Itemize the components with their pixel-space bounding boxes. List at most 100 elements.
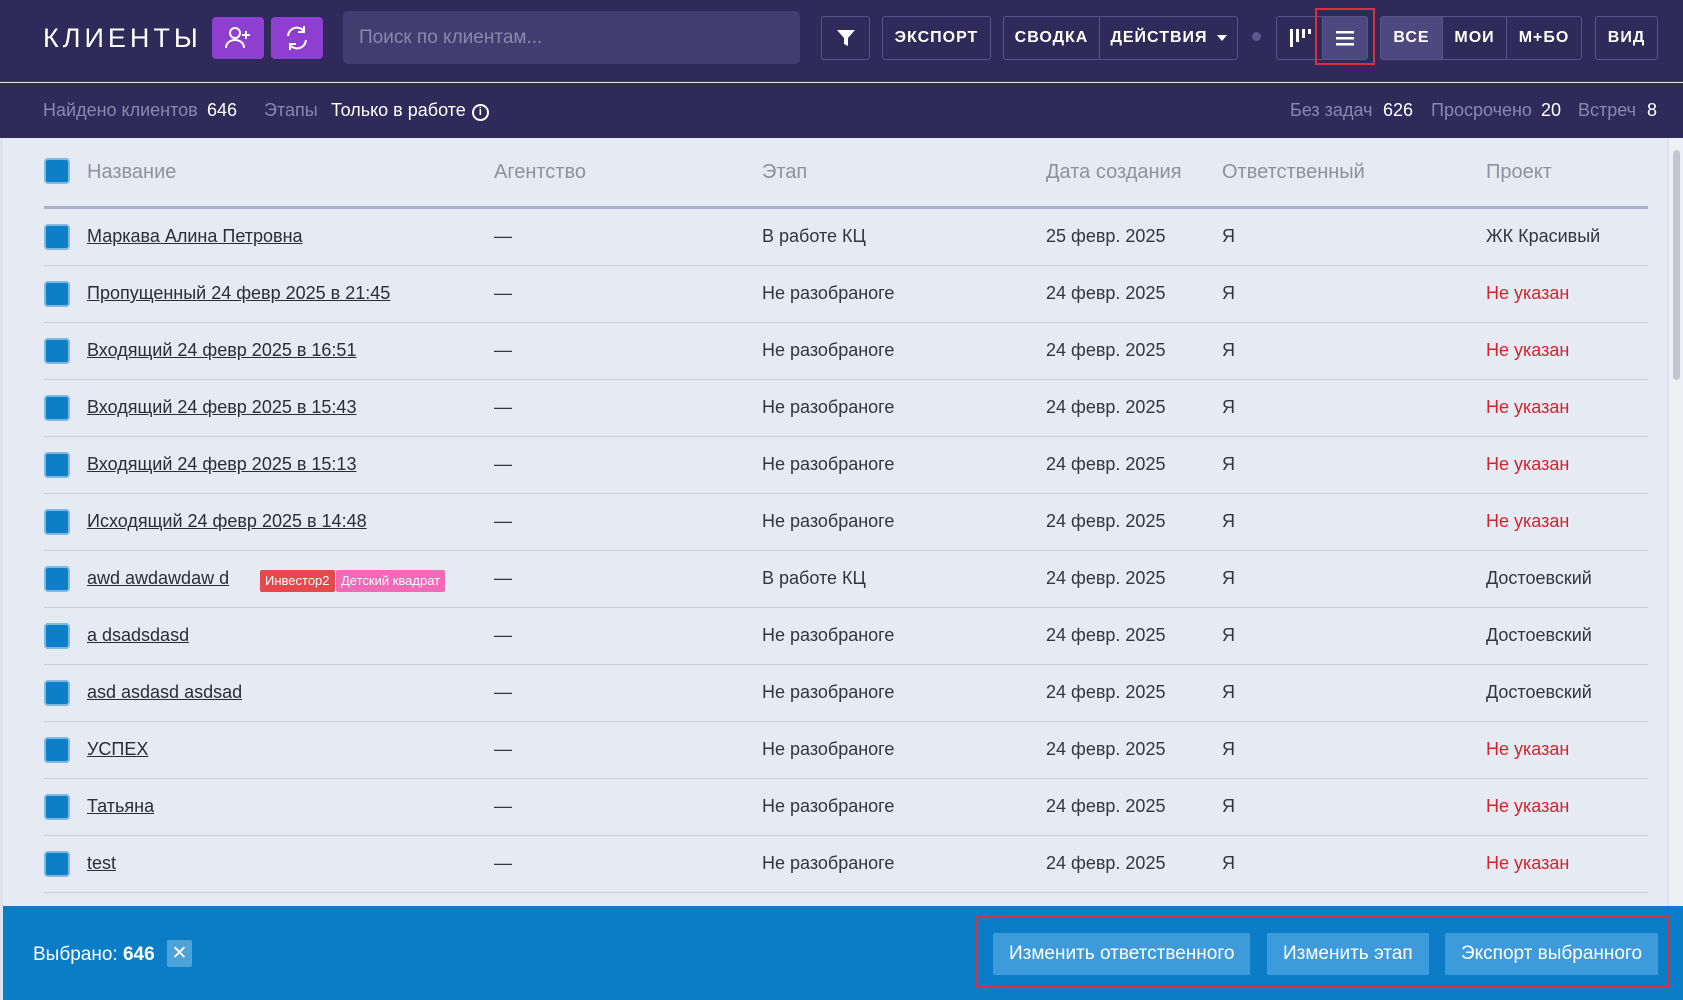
client-name-link[interactable]: awd awdawdaw d bbox=[87, 568, 229, 589]
client-name-link[interactable]: Исходящий 24 февр 2025 в 14:48 bbox=[87, 511, 367, 532]
project-cell: Не указан bbox=[1486, 739, 1570, 759]
client-name-link[interactable]: Пропущенный 24 февр 2025 в 21:45 bbox=[87, 283, 390, 304]
summary-bar: Найдено клиентов 646 Этапы Только в рабо… bbox=[0, 83, 1683, 138]
table-row[interactable]: Татьяна — Не разобраноге 24 февр. 2025 Я Не у… bbox=[44, 779, 1648, 836]
client-name-link[interactable]: Входящий 24 февр 2025 в 15:43 bbox=[87, 397, 356, 418]
table-row[interactable]: Входящий 24 февр 2025 в 15:43 — Не разобра… bbox=[44, 380, 1648, 437]
table-row[interactable]: a dsadsdasd — Не разобраноге 24 февр. 2025 Я… bbox=[44, 608, 1648, 665]
filter-icon bbox=[836, 30, 855, 46]
table-row[interactable]: Маркава Алина Петровна — В работе КЦ 25 фев… bbox=[44, 209, 1648, 266]
agency-cell: — bbox=[494, 511, 512, 531]
stage-cell: Не разобраноге bbox=[762, 511, 895, 531]
responsible-cell: Я bbox=[1222, 682, 1235, 702]
table-row[interactable]: asd asdasd asdsad — Не разобраноге 24 февр.… bbox=[44, 665, 1648, 722]
row-checkbox[interactable] bbox=[44, 737, 70, 763]
row-checkbox[interactable] bbox=[44, 452, 70, 478]
client-name-link[interactable]: a dsadsdasd bbox=[87, 625, 189, 646]
actions-dropdown[interactable]: ДЕЙСТВИЯ bbox=[1099, 16, 1238, 60]
table-row[interactable]: test — Не разобраноге 24 февр. 2025 Я Не указ… bbox=[44, 836, 1648, 893]
client-name-link[interactable]: Входящий 24 февр 2025 в 16:51 bbox=[87, 340, 356, 361]
created-date-cell: 24 февр. 2025 bbox=[1046, 739, 1166, 759]
stage-cell: Не разобраноге bbox=[762, 682, 895, 702]
responsible-cell: Я bbox=[1222, 511, 1235, 531]
agency-cell: — bbox=[494, 568, 512, 588]
selected-count: 646 bbox=[122, 944, 155, 965]
export-button[interactable]: ЭКСПОРТ bbox=[882, 16, 991, 60]
table-row[interactable]: awd awdawdaw d — В работе КЦ 24 февр. 2025 Я… bbox=[44, 551, 1648, 608]
client-name-link[interactable]: Маркава Алина Петровна bbox=[87, 226, 303, 247]
stages-filter[interactable]: Только в работе i bbox=[331, 100, 489, 121]
project-cell: Не указан bbox=[1486, 340, 1570, 360]
agency-cell: — bbox=[494, 454, 512, 474]
filter-mine-button[interactable]: МОИ bbox=[1442, 16, 1507, 60]
project-cell: Достоевский bbox=[1486, 682, 1592, 702]
created-date-cell: 24 февр. 2025 bbox=[1046, 568, 1166, 588]
no-tasks-label: Без задач bbox=[1290, 100, 1373, 120]
info-icon[interactable]: i bbox=[471, 104, 489, 121]
row-checkbox[interactable] bbox=[44, 338, 70, 364]
created-date-cell: 24 февр. 2025 bbox=[1046, 397, 1166, 417]
created-date-cell: 25 февр. 2025 bbox=[1046, 226, 1166, 246]
stage-cell: Не разобраноге bbox=[762, 397, 895, 417]
client-name-link[interactable]: test bbox=[87, 853, 116, 874]
list-view-highlight bbox=[1315, 8, 1375, 65]
responsible-cell: Я bbox=[1222, 454, 1235, 474]
project-cell: Не указан bbox=[1486, 454, 1570, 474]
table-row[interactable]: Входящий 24 февр 2025 в 16:51 — Не разобра… bbox=[44, 323, 1648, 380]
created-date-cell: 24 февр. 2025 bbox=[1046, 853, 1166, 873]
page-title: КЛИЕНТЫ bbox=[43, 23, 202, 53]
row-checkbox[interactable] bbox=[44, 566, 70, 592]
stage-cell: Не разобраноге bbox=[762, 796, 895, 816]
overdue-label: Просрочено bbox=[1431, 100, 1532, 120]
filter-all-button[interactable]: ВСЕ bbox=[1380, 16, 1443, 60]
client-name-link[interactable]: asd asdasd asdsad bbox=[87, 682, 242, 703]
kanban-icon bbox=[1289, 29, 1311, 47]
row-checkbox[interactable] bbox=[44, 680, 70, 706]
table-row[interactable]: Пропущенный 24 февр 2025 в 21:45 — Не разо… bbox=[44, 266, 1648, 323]
add-client-button[interactable] bbox=[212, 17, 264, 59]
close-icon: ✕ bbox=[171, 943, 188, 964]
view-button[interactable]: ВИД bbox=[1595, 16, 1658, 60]
row-checkbox[interactable] bbox=[44, 281, 70, 307]
responsible-cell: Я bbox=[1222, 226, 1235, 246]
row-checkbox[interactable] bbox=[44, 851, 70, 877]
column-header-date[interactable]: Дата создания bbox=[1046, 161, 1182, 184]
separator-dot bbox=[1252, 32, 1261, 41]
row-checkbox[interactable] bbox=[44, 395, 70, 421]
agency-cell: — bbox=[494, 682, 512, 702]
agency-cell: — bbox=[494, 226, 512, 246]
search-input[interactable] bbox=[343, 11, 800, 64]
table-row[interactable]: Входящий 24 февр 2025 в 15:13 — Не разобра… bbox=[44, 437, 1648, 494]
add-user-icon bbox=[225, 27, 250, 49]
client-name-link[interactable]: Татьяна bbox=[87, 796, 154, 817]
project-cell: Не указан bbox=[1486, 397, 1570, 417]
column-header-responsible[interactable]: Ответственный bbox=[1222, 161, 1365, 184]
row-checkbox[interactable] bbox=[44, 623, 70, 649]
filter-button[interactable] bbox=[821, 16, 870, 60]
client-name-link[interactable]: УСПЕХ bbox=[87, 739, 148, 760]
column-header-project[interactable]: Проект bbox=[1486, 161, 1552, 184]
clear-selection-button[interactable]: ✕ bbox=[167, 940, 192, 967]
column-header-stage[interactable]: Этап bbox=[762, 161, 807, 184]
refresh-button[interactable] bbox=[271, 17, 323, 59]
responsible-cell: Я bbox=[1222, 340, 1235, 360]
scrollbar-thumb[interactable] bbox=[1673, 150, 1680, 380]
column-header-name[interactable]: Название bbox=[87, 161, 176, 184]
responsible-cell: Я bbox=[1222, 739, 1235, 759]
agency-cell: — bbox=[494, 397, 512, 417]
summary-button[interactable]: СВОДКА bbox=[1003, 16, 1100, 60]
table-row[interactable]: УСПЕХ — Не разобраноге 24 февр. 2025 Я Не ука… bbox=[44, 722, 1648, 779]
column-header-agency[interactable]: Агентство bbox=[494, 161, 586, 184]
no-tasks-count: 626 bbox=[1383, 100, 1414, 120]
filter-mine-plus-button[interactable]: М+БО bbox=[1506, 16, 1582, 60]
row-checkbox[interactable] bbox=[44, 794, 70, 820]
client-name-link[interactable]: Входящий 24 февр 2025 в 15:13 bbox=[87, 454, 356, 475]
meetings-label: Встреч bbox=[1578, 100, 1637, 120]
row-checkbox[interactable] bbox=[44, 224, 70, 250]
meetings-count: 8 bbox=[1647, 100, 1658, 120]
select-all-checkbox[interactable] bbox=[44, 158, 70, 184]
table-row[interactable]: Исходящий 24 февр 2025 в 14:48 — Не разобр… bbox=[44, 494, 1648, 551]
agency-cell: — bbox=[494, 340, 512, 360]
selected-info: Выбрано: 646 bbox=[33, 944, 155, 966]
row-checkbox[interactable] bbox=[44, 509, 70, 535]
